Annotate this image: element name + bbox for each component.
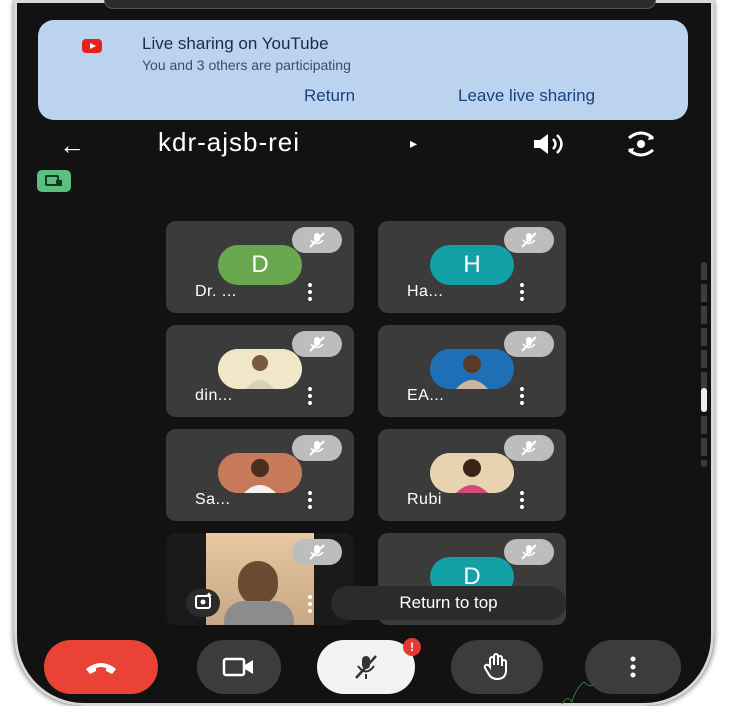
participant-tile[interactable]: din... <box>166 325 354 417</box>
mic-off-icon <box>504 227 554 253</box>
mic-off-icon <box>292 435 342 461</box>
banner-title: Live sharing on YouTube <box>142 34 329 53</box>
mic-off-icon <box>504 539 554 565</box>
participant-name: Ha... <box>407 283 444 300</box>
more-vert-icon[interactable] <box>306 283 314 303</box>
cast-icon[interactable] <box>37 170 71 192</box>
camera-toggle-button[interactable] <box>197 640 281 694</box>
alert-badge: ! <box>403 638 421 656</box>
banner-subtitle: You and 3 others are participating <box>142 57 351 73</box>
more-vert-icon[interactable] <box>306 387 314 407</box>
mic-off-icon <box>504 435 554 461</box>
chevron-right-icon[interactable]: ▸ <box>410 135 417 152</box>
more-vert-icon <box>630 656 636 678</box>
raise-hand-icon <box>483 653 507 681</box>
participant-tile[interactable]: D Dr. ... <box>166 221 354 313</box>
raise-hand-button[interactable] <box>451 640 543 694</box>
mic-off-icon <box>292 539 342 565</box>
youtube-icon <box>82 39 102 53</box>
back-arrow-icon[interactable]: ← <box>59 130 85 161</box>
mic-off-icon <box>504 331 554 357</box>
mic-off-icon <box>355 655 377 679</box>
more-vert-icon[interactable] <box>306 491 314 511</box>
scrollbar-thumb[interactable] <box>701 388 707 412</box>
avatar: D <box>218 245 302 285</box>
camera-icon <box>222 657 253 677</box>
avatar <box>218 349 302 389</box>
switch-camera-icon[interactable] <box>624 130 658 158</box>
mic-off-icon <box>292 331 342 357</box>
avatar: H <box>430 245 514 285</box>
participant-name: Sa... <box>195 491 231 508</box>
phone-frame: Live sharing on YouTube You and 3 others… <box>14 0 714 706</box>
participant-tile[interactable]: Rubi <box>378 429 566 521</box>
participant-name: EA... <box>407 387 445 404</box>
avatar <box>430 453 514 493</box>
avatar <box>430 349 514 389</box>
effects-icon[interactable] <box>186 589 220 617</box>
return-to-top-button[interactable]: Return to top <box>331 586 566 620</box>
avatar <box>218 453 302 493</box>
more-vert-icon[interactable] <box>518 491 526 511</box>
participant-tile[interactable]: Sa... <box>166 429 354 521</box>
previous-notification-edge <box>104 0 656 9</box>
more-vert-icon[interactable] <box>306 595 314 615</box>
more-vert-icon[interactable] <box>518 283 526 303</box>
end-call-button[interactable] <box>44 640 158 694</box>
leave-live-sharing-button[interactable]: Leave live sharing <box>458 86 595 106</box>
return-button[interactable]: Return <box>304 86 355 106</box>
participant-name: Rubi <box>407 491 442 508</box>
end-call-icon <box>86 663 116 674</box>
participant-name: Dr. ... <box>195 283 237 300</box>
meeting-code[interactable]: kdr-ajsb-rei <box>158 127 300 158</box>
participant-name: din... <box>195 387 233 404</box>
participant-tile[interactable]: EA... <box>378 325 566 417</box>
mic-toggle-button[interactable] <box>317 640 415 694</box>
speaker-icon[interactable] <box>530 132 568 156</box>
participant-tile[interactable]: H Ha... <box>378 221 566 313</box>
annotation-doodle <box>561 681 595 705</box>
scrollbar-track[interactable] <box>701 262 707 467</box>
self-video-tile[interactable] <box>166 533 354 625</box>
mic-off-icon <box>292 227 342 253</box>
live-sharing-banner[interactable]: Live sharing on YouTube You and 3 others… <box>38 20 688 120</box>
more-vert-icon[interactable] <box>518 387 526 407</box>
